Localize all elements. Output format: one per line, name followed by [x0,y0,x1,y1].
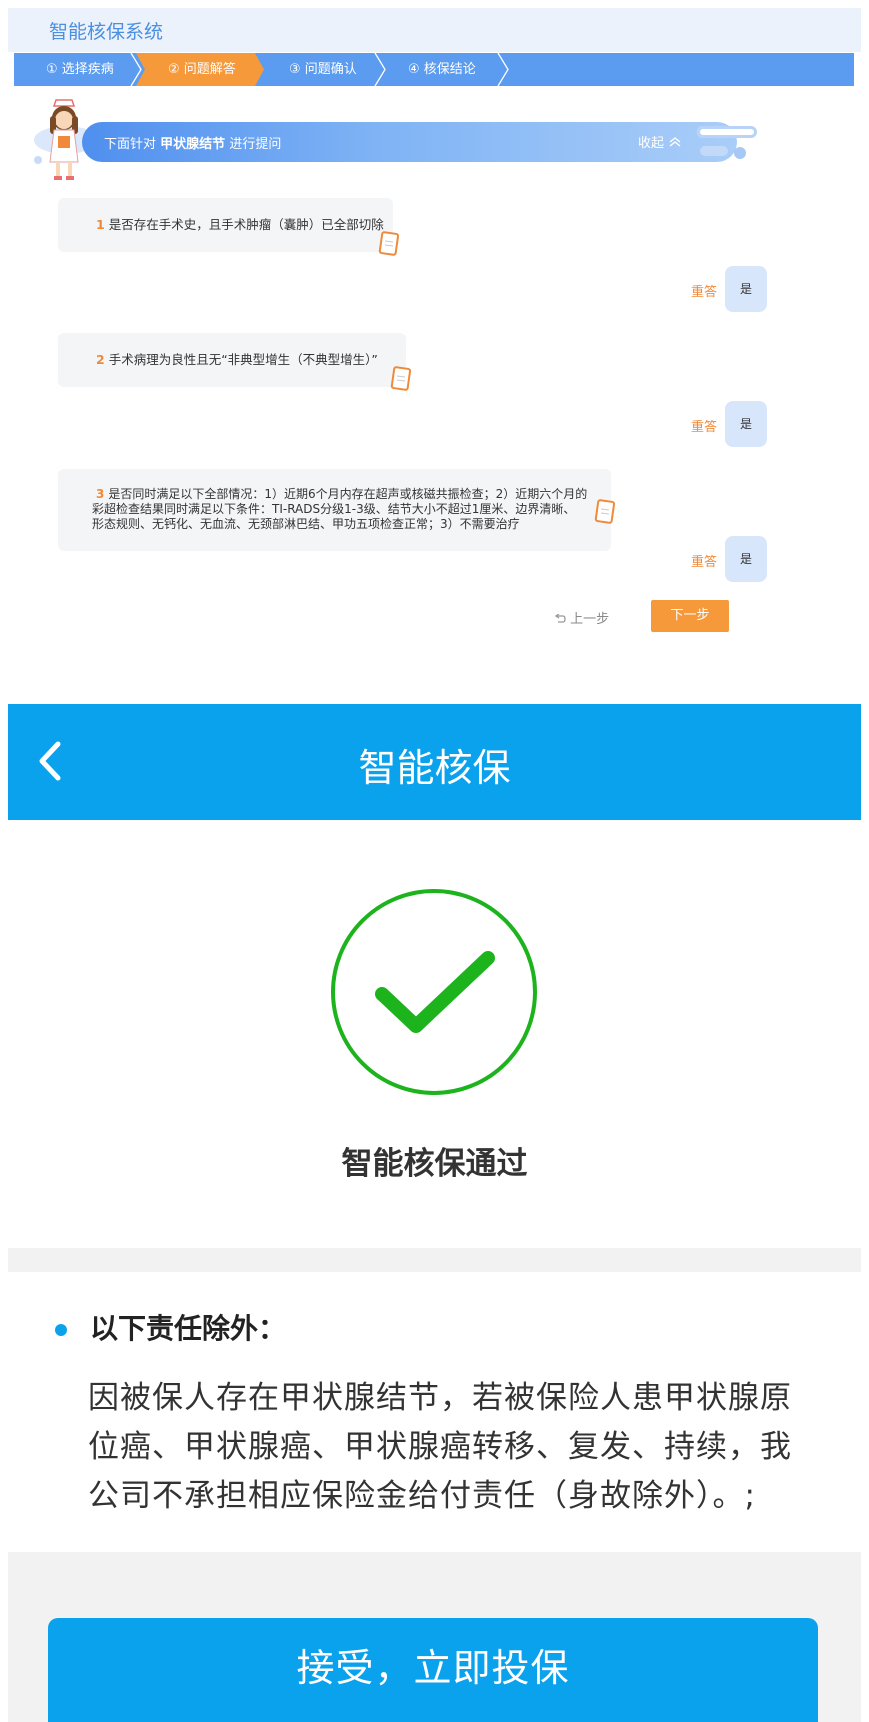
step-select-disease[interactable]: ① 选择疾病 [14,53,142,86]
mobile-header-title: 智能核保 [358,746,511,790]
banner-subject: 甲状腺结节 [160,137,226,152]
clipboard-icon[interactable] [378,230,400,256]
system-header: 智能核保系统 [8,8,861,52]
undo-arrow-icon [554,613,566,623]
step-divider-icon [496,53,510,86]
question-text: 手术病理为良性且无“非典型增生（不典型增生）” [108,352,378,367]
next-step-button[interactable]: 下一步 [651,600,729,632]
question-area: 下面针对 甲状腺结节 进行提问 收起 1 是否存在手术史，且手术肿瘤（囊肿）已全部… [14,86,854,638]
step-answer-questions[interactable]: ② 问题解答 [136,53,264,86]
banner-suffix: 进行提问 [229,137,282,152]
previous-step-button[interactable]: 上一步 [554,608,609,627]
result-section: 智能核保通过 [8,820,861,1248]
question-line: 3 是否同时满足以下全部情况：1）近期6个月内存在超声或核磁共振检查；2）近期六个… [96,487,611,502]
mobile-header: 智能核保 [8,704,861,820]
result-status: 智能核保通过 [341,1146,528,1182]
question-line: 彩超检查结果同时满足以下条件：TI-RADS分级1-3级、结节大小不超过1厘米、… [92,502,576,516]
answer-bubble: 是 [725,536,767,582]
collapse-button[interactable]: 收起 [638,132,682,151]
decorative-cloud [700,146,728,156]
exclusion-line: 因被保人存在甲状腺结节，若被保险人患甲状腺原 [88,1380,792,1416]
accept-insure-button[interactable]: 接受，立即投保 [48,1618,818,1722]
question-number: 3 [96,487,105,501]
clipboard-icon[interactable] [594,498,616,524]
question-card: 3 是否同时满足以下全部情况：1）近期6个月内存在超声或核磁共振检查；2）近期六个… [58,469,611,551]
system-title: 智能核保系统 [49,21,164,43]
step-label: ④ 核保结论 [408,62,476,77]
question-text: 是否同时满足以下全部情况：1）近期6个月内存在超声或核磁共振检查；2）近期六个月… [108,487,588,501]
section-divider [8,1248,861,1272]
banner-text: 下面针对 甲状腺结节 进行提问 [104,133,281,152]
decorative-cloud [697,126,757,138]
bullet-dot [55,1324,67,1336]
question-line: 形态规则、无钙化、无血流、无颈部淋巴结、甲功五项检查正常；3）不需要治疗 [92,517,520,531]
step-conclusion[interactable]: ④ 核保结论 [383,53,510,86]
step-navigation: 上一步 下一步 [8,594,861,642]
redo-answer-button[interactable]: 重答 [691,416,717,435]
collapse-label: 收起 [638,136,665,151]
redo-answer-button[interactable]: 重答 [691,281,717,300]
step-label: ③ 问题确认 [289,62,357,77]
exclusion-title: 以下责任除外： [90,1312,287,1345]
question-number: 1 [96,217,105,232]
success-check-icon [331,889,537,1095]
page: 智能核保系统 ① 选择疾病 ② 问题解答 ③ 问题确认 ④ 核保结论 下面针对 … [0,0,869,1722]
step-bar: ① 选择疾病 ② 问题解答 ③ 问题确认 ④ 核保结论 [14,53,854,86]
exclusion-line: 位癌、甲状腺癌、甲状腺癌转移、复发、持续，我 [88,1429,792,1465]
exclusion-line: 公司不承担相应保险金给付责任（身故除外）。; [88,1478,756,1514]
exclusion-section: 以下责任除外： 因被保人存在甲状腺结节，若被保险人患甲状腺原 位癌、甲状腺癌、甲… [8,1272,861,1552]
answer-bubble: 是 [725,266,767,312]
clipboard-icon[interactable] [390,365,412,391]
question-number: 2 [96,352,105,367]
underwriting-system-panel: 智能核保系统 ① 选择疾病 ② 问题解答 ③ 问题确认 ④ 核保结论 下面针对 … [8,8,861,642]
banner-prefix: 下面针对 [104,137,157,152]
redo-answer-button[interactable]: 重答 [691,551,717,570]
step-label: ① 选择疾病 [46,62,114,77]
previous-step-label: 上一步 [570,612,610,627]
exclusion-text: 因被保人存在甲状腺结节，若被保险人患甲状腺原 位癌、甲状腺癌、甲状腺癌转移、复发… [88,1374,828,1521]
answer-bubble: 是 [725,401,767,447]
decorative-dot [734,147,746,159]
question-card: 2 手术病理为良性且无“非典型增生（不典型增生）” [58,333,406,387]
step-label: ② 问题解答 [168,62,236,77]
double-chevron-up-icon [669,137,681,147]
step-confirm-questions[interactable]: ③ 问题确认 [262,53,386,86]
question-card: 1 是否存在手术史，且手术肿瘤（囊肿）已全部切除 [58,198,393,252]
question-text: 是否存在手术史，且手术肿瘤（囊肿）已全部切除 [108,217,384,232]
